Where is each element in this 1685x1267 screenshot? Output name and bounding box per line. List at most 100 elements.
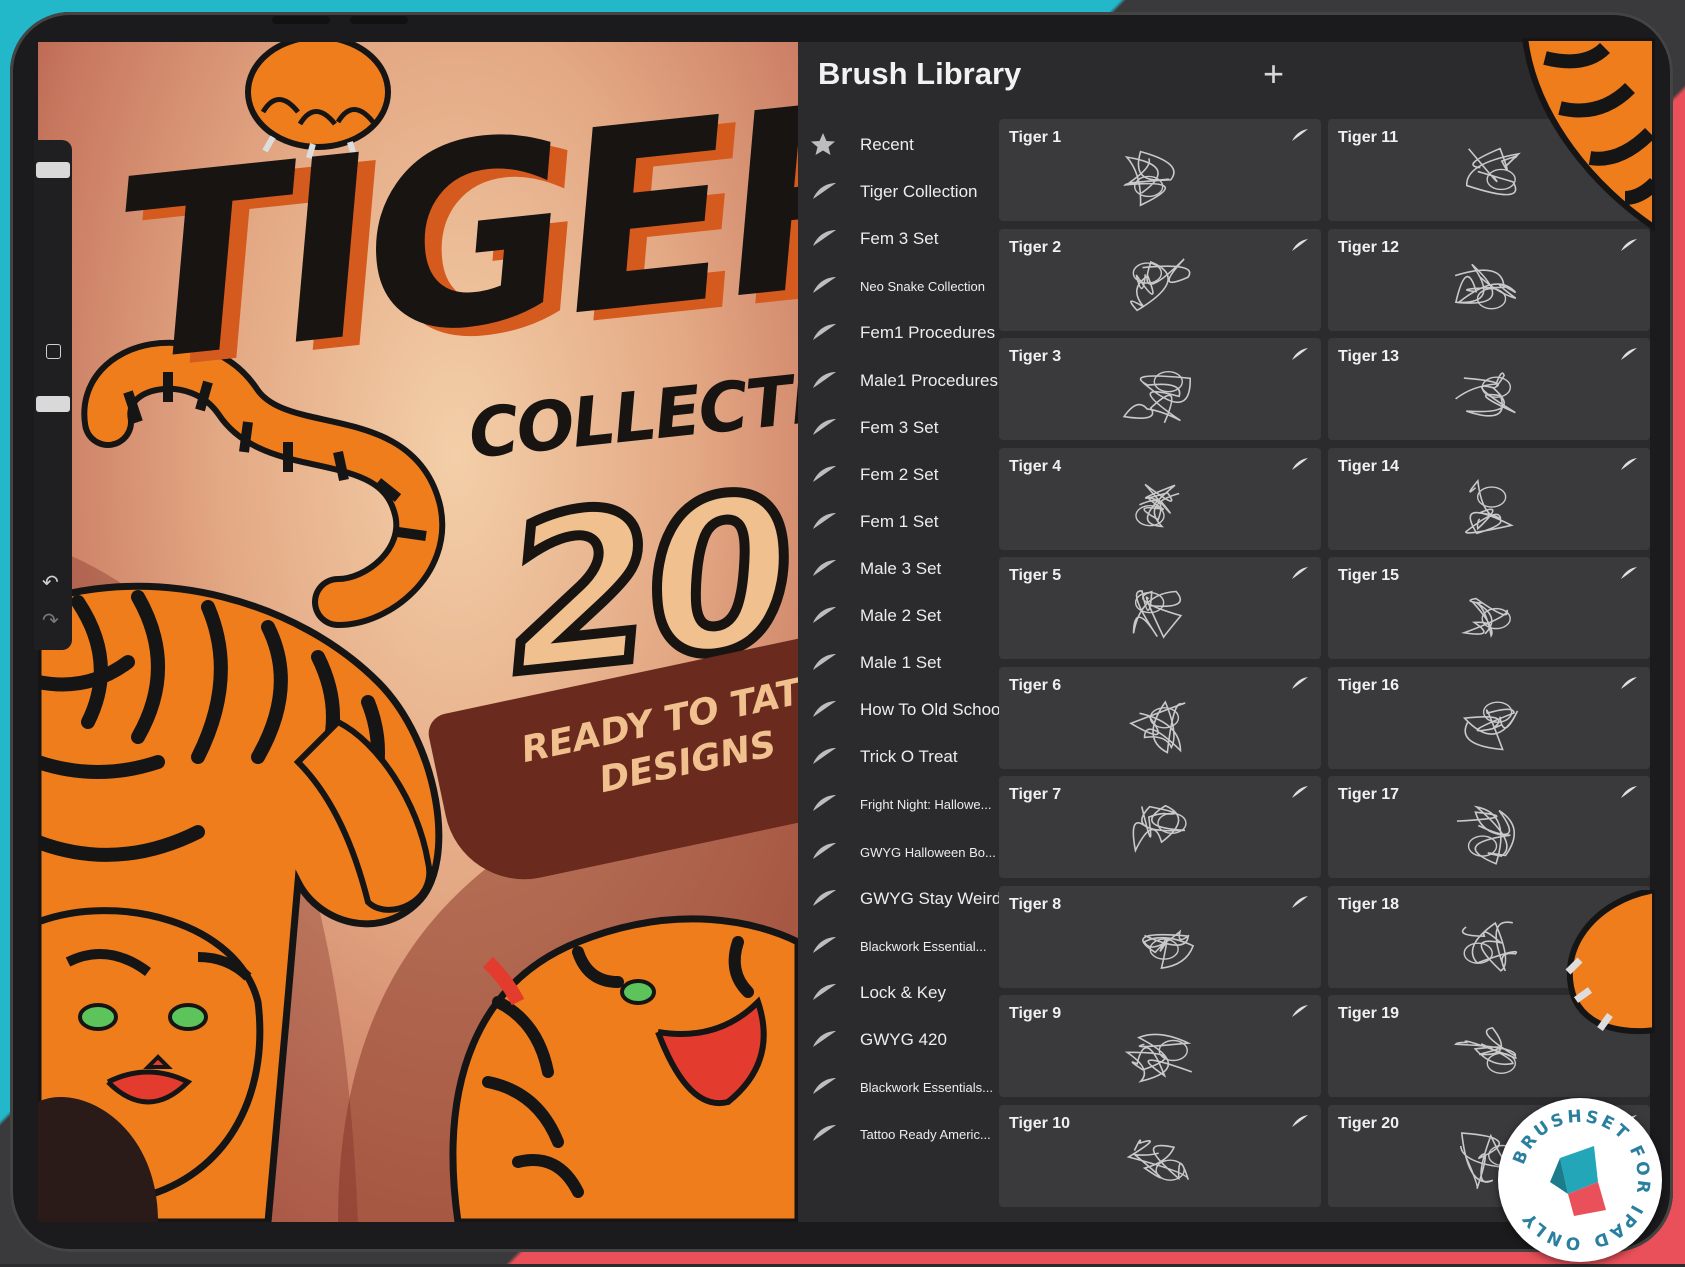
tiger-brush-preview-icon xyxy=(1104,904,1214,984)
brush-set-label: Fem 3 Set xyxy=(860,417,939,437)
tiger-brush-preview-icon xyxy=(1433,466,1543,546)
brush-set-item[interactable]: Recent xyxy=(798,122,998,168)
brush-set-label: Neo Snake Collection xyxy=(860,279,986,295)
brush-set-label: Male 1 Set xyxy=(860,653,942,673)
brush-set-item[interactable]: Male 3 Set xyxy=(798,546,998,592)
brush-stroke-icon xyxy=(1291,566,1309,580)
brush-tile[interactable]: Tiger 4 xyxy=(999,447,1321,550)
brush-set-item[interactable]: Fem 3 Set xyxy=(798,405,998,451)
brush-set-item[interactable]: Fem 2 Set xyxy=(798,452,998,498)
brush-set-item[interactable]: How To Old School xyxy=(798,687,1000,733)
brush-tile[interactable]: Tiger 12 xyxy=(1328,228,1650,331)
brush-stroke-icon xyxy=(1291,128,1309,142)
brush-size-slider[interactable] xyxy=(36,162,70,178)
brush-stroke-icon xyxy=(1620,238,1638,252)
brush-set-label: GWYG Halloween Bo... xyxy=(860,844,996,860)
brush-name: Tiger 2 xyxy=(1009,238,1062,256)
brush-tile[interactable]: Tiger 9 xyxy=(999,995,1321,1097)
brush-set-label: GWYG Stay Weird xyxy=(860,888,1000,908)
brush-set-item[interactable]: Neo Snake Collection xyxy=(798,263,998,309)
brush-name: Tiger 17 xyxy=(1338,786,1400,803)
brush-set-item[interactable]: Male1 Procedures xyxy=(798,358,998,404)
tiger-paw-decoration xyxy=(1565,890,1655,1035)
brush-name: Tiger 5 xyxy=(1009,567,1062,584)
tiger-brush-preview-icon xyxy=(1433,904,1543,984)
plus-icon[interactable]: + xyxy=(1263,56,1284,92)
brush-tile[interactable]: Tiger 2 xyxy=(999,228,1321,331)
brush-set-label: Male 2 Set xyxy=(860,606,942,625)
brush-set-item[interactable]: Fright Night: Hallowe... xyxy=(798,781,998,827)
brush-set-item[interactable]: Blackwork Essential... xyxy=(798,923,998,969)
brush-stroke-icon xyxy=(810,179,838,203)
undo-icon[interactable]: ↶ xyxy=(42,570,59,595)
brush-tile[interactable]: Tiger 14 xyxy=(1328,447,1650,550)
brush-tile[interactable]: Tiger 15 xyxy=(1328,557,1650,659)
brush-stroke-icon xyxy=(810,273,838,297)
brush-set-item[interactable]: GWYG Stay Weird xyxy=(798,876,1000,922)
brush-stroke-icon xyxy=(810,320,838,344)
brush-set-label: Tattoo Ready Americ... xyxy=(860,1127,991,1143)
brush-tile[interactable]: Tiger 13 xyxy=(1328,338,1650,440)
brush-tile[interactable]: Tiger 17 xyxy=(1328,776,1650,878)
tiger-tail-decoration xyxy=(1521,38,1655,232)
redo-icon[interactable]: ↷ xyxy=(42,608,59,633)
volume-button xyxy=(272,16,330,24)
tiger-brush-preview-icon xyxy=(1104,1013,1214,1093)
brush-set-item[interactable]: Fem 3 Set xyxy=(798,216,998,262)
brush-name: Tiger 4 xyxy=(1009,457,1062,475)
brush-name: Tiger 3 xyxy=(1009,348,1062,365)
brush-name: Tiger 8 xyxy=(1009,895,1062,913)
brush-set-label: GWYG 420 xyxy=(860,1029,947,1049)
tiger-brush-preview-icon xyxy=(1104,247,1214,327)
brush-stroke-icon xyxy=(810,368,838,392)
brush-tile[interactable]: Tiger 10 xyxy=(999,1104,1321,1207)
brush-set-item[interactable]: Male 2 Set xyxy=(798,593,998,639)
brush-set-item[interactable]: Fem1 Procedures xyxy=(798,310,998,356)
brush-stroke-icon xyxy=(1291,347,1309,361)
brush-set-label: Recent xyxy=(860,135,914,154)
brush-stroke-icon xyxy=(1291,676,1309,690)
brush-set-item[interactable]: Tiger Collection xyxy=(798,169,998,215)
brush-tile[interactable]: Tiger 3 xyxy=(999,338,1321,440)
brush-name: Tiger 7 xyxy=(1009,786,1062,803)
brush-stroke-icon xyxy=(810,886,838,910)
brush-name: Tiger 15 xyxy=(1338,567,1400,584)
brush-set-item[interactable]: Fem 1 Set xyxy=(798,499,998,545)
brush-set-item[interactable]: Lock & Key xyxy=(798,970,998,1016)
brush-set-item[interactable]: Trick O Treat xyxy=(798,734,998,780)
tiger-brush-preview-icon xyxy=(1433,356,1543,436)
brush-stroke-icon xyxy=(810,650,838,674)
brush-stroke-icon xyxy=(1291,238,1309,252)
tiger-brush-preview-icon xyxy=(1433,575,1543,655)
brushset-badge: BRUSHSET FOR IPAD ONLY xyxy=(1498,1098,1662,1262)
brush-tile[interactable]: Tiger 6 xyxy=(999,666,1321,769)
brush-tile[interactable]: Tiger 7 xyxy=(999,776,1321,878)
brush-stroke-icon xyxy=(1620,457,1638,471)
brush-set-item[interactable]: GWYG 420 xyxy=(798,1017,998,1063)
brush-tile[interactable]: Tiger 5 xyxy=(999,557,1321,659)
brush-name: Tiger 6 xyxy=(1009,676,1062,694)
tiger-brush-preview-icon xyxy=(1433,685,1543,765)
brush-stroke-icon xyxy=(810,980,838,1004)
brush-library-panel: Brush Library + Recent Tiger Collection Fe… xyxy=(798,42,1325,1222)
brush-name: Tiger 10 xyxy=(1009,1114,1071,1132)
badge-logo-icon: BRUSHSET FOR IPAD ONLY xyxy=(1509,1107,1650,1254)
brush-set-item[interactable]: Male 1 Set xyxy=(798,640,998,686)
brush-set-item[interactable]: Blackwork Essentials... xyxy=(798,1064,998,1110)
star-icon xyxy=(810,132,838,156)
brush-set-label: Male1 Procedures xyxy=(860,370,998,390)
brush-set-label: Fem 3 Set xyxy=(860,229,939,249)
brush-stroke-icon xyxy=(1291,1004,1309,1018)
brush-tile[interactable]: Tiger 16 xyxy=(1328,666,1650,769)
brush-stroke-icon xyxy=(810,226,838,250)
tiger-brush-preview-icon xyxy=(1104,685,1214,765)
tiger-brush-preview-icon xyxy=(1104,137,1214,217)
brush-tile[interactable]: Tiger 1 xyxy=(999,119,1321,221)
brush-set-item[interactable]: Tattoo Ready Americ... xyxy=(798,1111,998,1157)
tiger-brush-preview-icon xyxy=(1433,794,1543,874)
brush-name: Tiger 20 xyxy=(1338,1114,1400,1132)
opacity-slider[interactable] xyxy=(36,396,70,412)
brush-tile[interactable]: Tiger 8 xyxy=(999,885,1321,988)
brush-set-item[interactable]: GWYG Halloween Bo... xyxy=(798,829,998,875)
modify-button[interactable] xyxy=(46,344,61,359)
